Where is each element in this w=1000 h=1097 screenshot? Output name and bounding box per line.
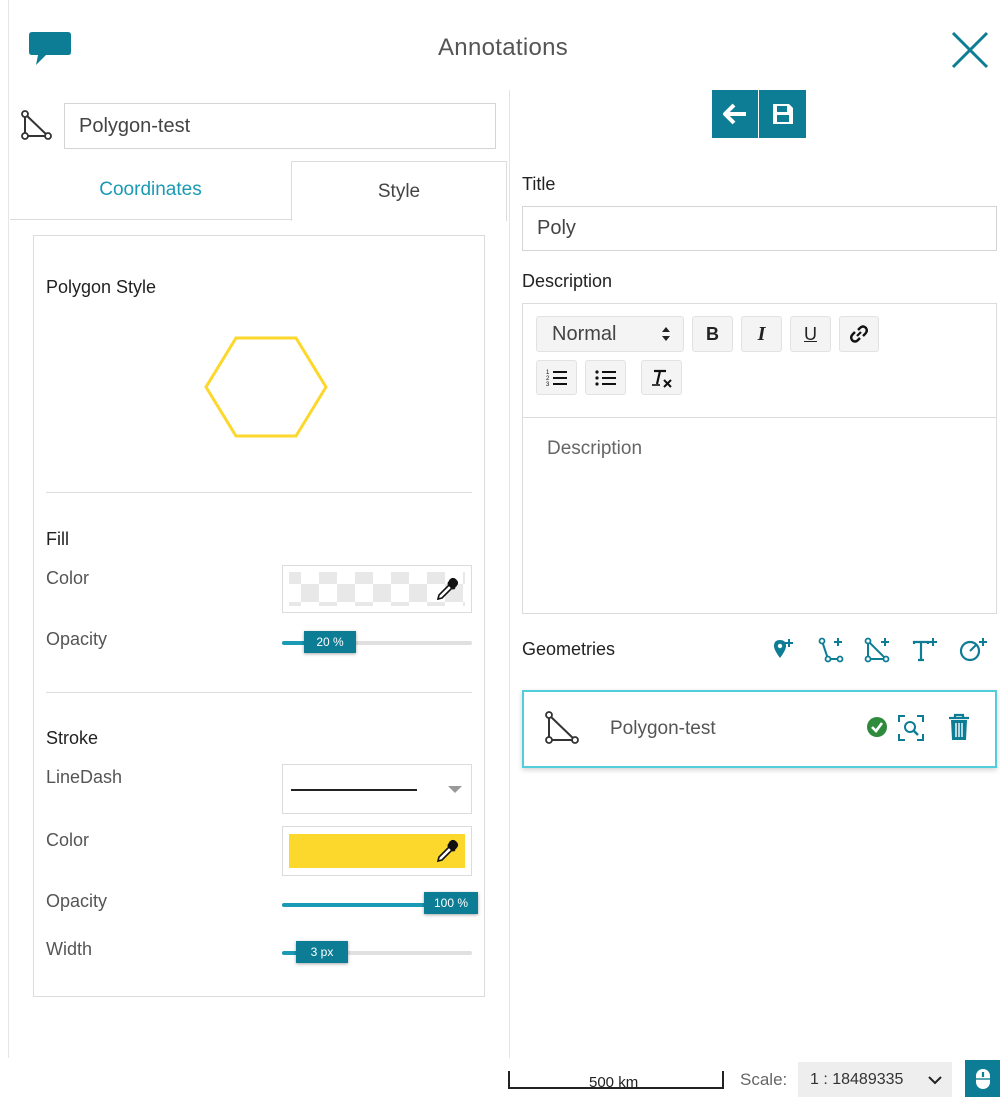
bold-button[interactable]: B [692, 316, 733, 352]
add-marker-icon[interactable] [772, 636, 798, 662]
stroke-width-handle[interactable]: 3 px [296, 941, 348, 963]
tab-coordinates-label: Coordinates [99, 179, 202, 200]
bullet-list-button[interactable] [585, 360, 626, 395]
chevron-down-icon [928, 1076, 942, 1085]
bullet-list-icon [594, 369, 616, 386]
divider-preview [46, 492, 472, 493]
linedash-select[interactable] [282, 764, 472, 814]
geometry-polygon-icon [544, 711, 580, 745]
stroke-heading: Stroke [46, 728, 99, 748]
add-text-icon[interactable] [911, 636, 939, 664]
scale-value: 1 : 18489335 [810, 1070, 904, 1088]
save-button[interactable] [759, 90, 806, 138]
polygon-style-heading: Polygon Style [46, 277, 157, 297]
mouse-position-button[interactable] [965, 1060, 1000, 1097]
save-icon [772, 104, 793, 124]
stroke-opacity-label: Opacity [46, 891, 108, 911]
description-placeholder: Description [547, 438, 643, 459]
zoom-to-icon[interactable] [897, 714, 925, 742]
svg-text:3: 3 [546, 382, 550, 388]
format-select-value: Normal [552, 322, 617, 345]
add-polygon-icon[interactable] [864, 636, 892, 664]
divider-fill [46, 692, 472, 693]
title-value: Poly [537, 217, 576, 239]
annotation-name-value: Polygon-test [79, 114, 191, 137]
link-icon [850, 325, 868, 343]
title-input[interactable]: Poly [522, 206, 997, 251]
bold-label: B [706, 323, 719, 344]
tab-style-label: Style [377, 180, 421, 202]
italic-button[interactable]: I [741, 316, 782, 352]
stroke-eyedropper-icon[interactable] [435, 838, 459, 864]
panel-title: Annotations [438, 34, 569, 61]
add-line-icon[interactable] [818, 636, 846, 664]
tab-coordinates[interactable]: Coordinates [10, 161, 291, 220]
linedash-solid-preview [291, 789, 417, 791]
fill-opacity-label: Opacity [46, 629, 108, 649]
scale-label: Scale: [740, 1070, 788, 1089]
geometry-list-item[interactable]: Polygon-test [522, 690, 997, 768]
underline-label: U [804, 323, 817, 344]
comment-icon[interactable] [28, 30, 72, 68]
fill-color-picker[interactable] [282, 565, 472, 613]
polygon-preview [203, 336, 329, 438]
tab-style[interactable]: Style [291, 161, 507, 221]
fill-eyedropper-icon[interactable] [435, 576, 459, 602]
stroke-color-picker[interactable] [282, 826, 472, 876]
scale-bar-label: 500 km [589, 1074, 639, 1091]
link-button[interactable] [839, 316, 879, 352]
stroke-color-label: Color [46, 830, 90, 850]
clear-format-button[interactable] [641, 360, 682, 395]
check-circle-icon [866, 716, 888, 738]
fill-heading: Fill [46, 529, 69, 549]
chevron-down-icon [447, 785, 463, 795]
description-label: Description [522, 271, 613, 291]
sort-arrows-icon [662, 327, 670, 341]
underline-button[interactable]: U [790, 316, 831, 352]
column-divider [509, 90, 510, 1058]
linedash-label: LineDash [46, 767, 123, 787]
geometries-label: Geometries [522, 639, 616, 659]
stroke-opacity-value: 100 % [433, 896, 469, 910]
title-label: Title [522, 174, 556, 194]
stroke-opacity-handle[interactable]: 100 % [424, 892, 478, 914]
fill-opacity-value: 20 % [316, 635, 344, 649]
polygon-icon [20, 110, 54, 140]
clear-format-icon [651, 369, 672, 388]
italic-label: I [757, 322, 766, 345]
stroke-width-label: Width [46, 939, 93, 959]
ordered-list-icon: 1 2 3 [546, 370, 567, 388]
geometry-name: Polygon-test [610, 718, 716, 739]
trash-icon[interactable] [948, 713, 970, 741]
description-textarea[interactable]: Description [523, 417, 996, 613]
fill-opacity-handle[interactable]: 20 % [304, 631, 356, 653]
mouse-icon [975, 1068, 990, 1089]
ordered-list-button[interactable]: 1 2 3 [536, 360, 577, 395]
scale-select[interactable]: 1 : 18489335 [798, 1062, 952, 1097]
add-circle-icon[interactable] [958, 636, 988, 664]
annotation-name-input[interactable]: Polygon-test [64, 103, 496, 149]
back-button[interactable] [712, 90, 758, 138]
close-icon[interactable] [950, 30, 990, 70]
stroke-width-value: 3 px [310, 945, 334, 959]
arrow-left-icon [723, 103, 746, 125]
fill-color-label: Color [46, 568, 90, 588]
format-select[interactable]: Normal [536, 316, 684, 352]
